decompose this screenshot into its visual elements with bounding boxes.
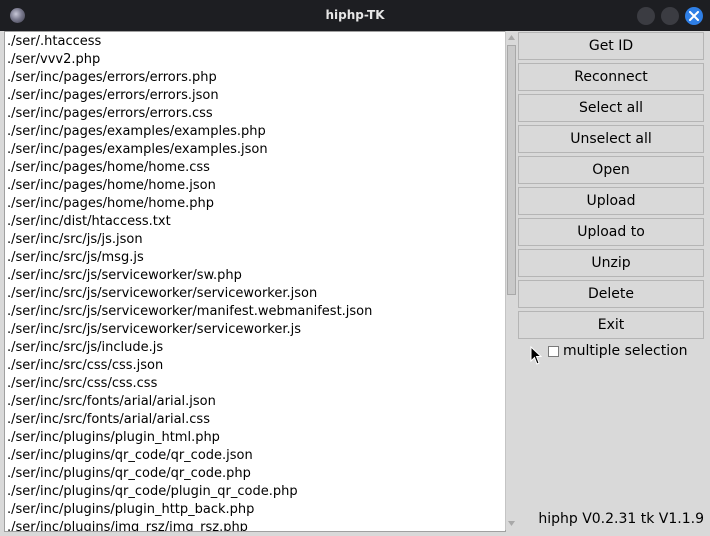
list-item[interactable]: ./ser/inc/plugins/plugin_http_back.php (5, 501, 505, 519)
select-all-button[interactable]: Select all (518, 94, 704, 122)
scroll-down-arrow-icon[interactable] (506, 518, 517, 529)
unzip-button[interactable]: Unzip (518, 249, 704, 277)
close-icon (689, 11, 699, 21)
list-item[interactable]: ./ser/inc/plugins/img_rsz/img_rsz.php (5, 519, 505, 531)
list-item[interactable]: ./ser/inc/plugins/qr_code/qr_code.json (5, 447, 505, 465)
list-item[interactable]: ./ser/inc/src/js/msg.js (5, 249, 505, 267)
list-item[interactable]: ./ser/inc/pages/home/home.php (5, 195, 505, 213)
scrollbar-thumb[interactable] (507, 45, 516, 295)
upload-button[interactable]: Upload (518, 187, 704, 215)
open-button[interactable]: Open (518, 156, 704, 184)
list-item[interactable]: ./ser/inc/src/fonts/arial/arial.json (5, 393, 505, 411)
list-item[interactable]: ./ser/inc/src/js/serviceworker/servicewo… (5, 285, 505, 303)
list-item[interactable]: ./ser/vvv2.php (5, 51, 505, 69)
list-item[interactable]: ./ser/inc/src/js/serviceworker/sw.php (5, 267, 505, 285)
list-item[interactable]: ./ser/inc/pages/home/home.json (5, 177, 505, 195)
list-item[interactable]: ./ser/inc/src/css/css.json (5, 357, 505, 375)
delete-button[interactable]: Delete (518, 280, 704, 308)
list-item[interactable]: ./ser/inc/plugins/qr_code/plugin_qr_code… (5, 483, 505, 501)
close-button[interactable] (685, 7, 703, 25)
scroll-up-arrow-icon[interactable] (506, 32, 517, 43)
multiple-selection-checkbox[interactable] (548, 346, 559, 357)
list-item[interactable]: ./ser/inc/pages/errors/errors.php (5, 69, 505, 87)
version-label: hiphp V0.2.31 tk V1.1.9 (538, 511, 704, 527)
list-item[interactable]: ./ser/inc/pages/examples/examples.php (5, 123, 505, 141)
list-item[interactable]: ./ser/inc/dist/htaccess.txt (5, 213, 505, 231)
list-item[interactable]: ./ser/inc/src/css/css.css (5, 375, 505, 393)
list-item[interactable]: ./ser/inc/src/js/js.json (5, 231, 505, 249)
maximize-button[interactable] (661, 7, 679, 25)
file-list: ./ser/.htaccess ./ser/vvv2.php ./ser/inc/p… (5, 32, 505, 531)
list-item[interactable]: ./ser/.htaccess (5, 33, 505, 51)
file-listbox[interactable]: ./ser/.htaccess ./ser/vvv2.php ./ser/inc/p… (4, 31, 506, 532)
unselect-all-button[interactable]: Unselect all (518, 125, 704, 153)
list-item[interactable]: ./ser/inc/plugins/plugin_html.php (5, 429, 505, 447)
list-item[interactable]: ./ser/inc/pages/home/home.css (5, 159, 505, 177)
list-item[interactable]: ./ser/inc/pages/errors/errors.json (5, 87, 505, 105)
multiple-selection-label: multiple selection (563, 343, 688, 359)
list-item[interactable]: ./ser/inc/src/js/include.js (5, 339, 505, 357)
list-item[interactable]: ./ser/inc/pages/errors/errors.css (5, 105, 505, 123)
mouse-pointer-icon (530, 346, 542, 365)
list-item[interactable]: ./ser/inc/pages/examples/examples.json (5, 141, 505, 159)
get-id-button[interactable]: Get ID (518, 32, 704, 60)
reconnect-button[interactable]: Reconnect (518, 63, 704, 91)
list-item[interactable]: ./ser/inc/src/fonts/arial/arial.css (5, 411, 505, 429)
upload-to-button[interactable]: Upload to (518, 218, 704, 246)
minimize-button[interactable] (637, 7, 655, 25)
list-item[interactable]: ./ser/inc/plugins/qr_code/qr_code.php (5, 465, 505, 483)
list-item[interactable]: ./ser/inc/src/js/serviceworker/manifest.… (5, 303, 505, 321)
exit-button[interactable]: Exit (518, 311, 704, 339)
list-scrollbar[interactable] (505, 31, 517, 530)
title-bar: hiphp-TK (0, 0, 710, 31)
list-item[interactable]: ./ser/inc/src/js/serviceworker/servicewo… (5, 321, 505, 339)
window-title: hiphp-TK (325, 8, 385, 22)
